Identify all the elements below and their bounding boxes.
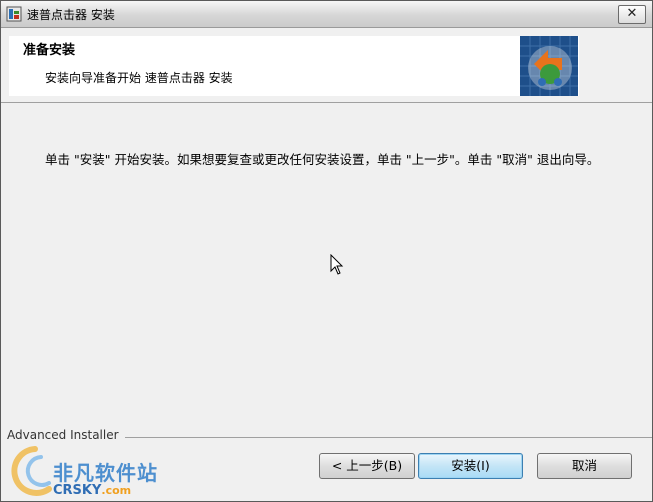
installer-logo-icon <box>520 36 578 96</box>
back-button[interactable]: < 上一步(B) <box>319 453 415 479</box>
header-banner: 准备安装 安装向导准备开始 速普点击器 安装 <box>1 28 652 103</box>
watermark-domain: CRSKY.com <box>53 483 131 498</box>
page-subtitle: 安装向导准备开始 速普点击器 安装 <box>45 71 233 85</box>
installer-window: 速普点击器 安装 ✕ 准备安装 安装向导准备开始 速普点击器 安装 单击 "安装… <box>0 0 653 502</box>
watermark-dom: .com <box>101 484 132 497</box>
header-panel <box>9 36 579 96</box>
close-button[interactable]: ✕ <box>618 5 646 24</box>
install-button[interactable]: 安装(I) <box>418 453 523 479</box>
page-title: 准备安装 <box>23 43 76 58</box>
watermark-text: 非凡软件站 <box>53 461 158 485</box>
close-icon: ✕ <box>626 6 638 21</box>
installer-app-icon <box>6 6 22 22</box>
cancel-button[interactable]: 取消 <box>537 453 632 479</box>
brand-label: Advanced Installer <box>7 428 125 442</box>
watermark-en: CRSKY <box>53 483 102 498</box>
instruction-message: 单击 "安装" 开始安装。如果想要复查或更改任何安装设置，单击 "上一步"。单击… <box>45 152 600 167</box>
title-bar[interactable]: 速普点击器 安装 ✕ <box>1 1 652 28</box>
mouse-cursor-icon <box>330 254 344 275</box>
window-title: 速普点击器 安装 <box>27 8 115 22</box>
